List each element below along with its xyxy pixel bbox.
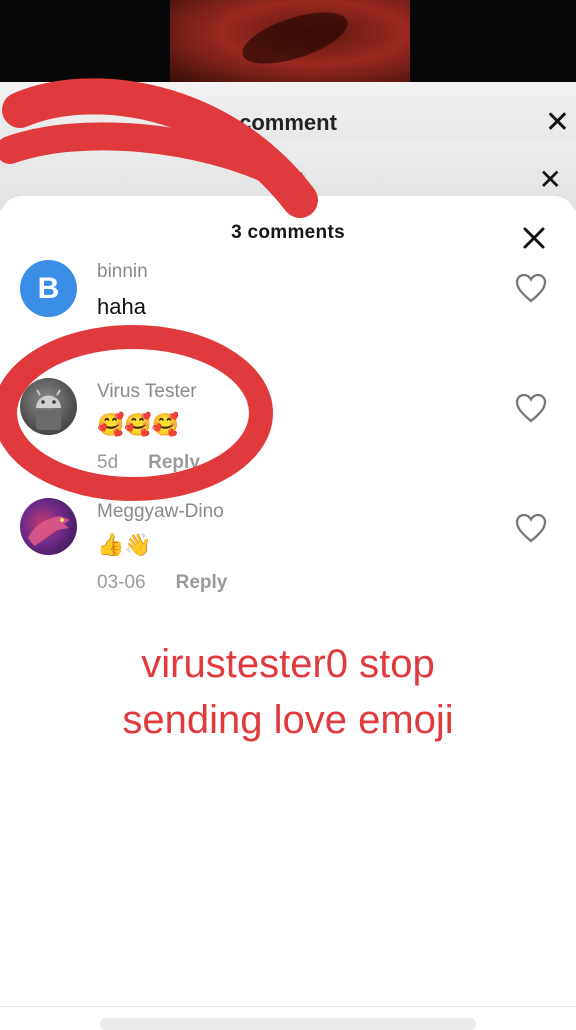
- middle-close-icon[interactable]: ✕: [539, 166, 562, 194]
- background-sheet-title: comment: [239, 110, 337, 135]
- comment-input-bar[interactable]: [100, 1018, 476, 1030]
- comment-date: 03-06: [97, 572, 146, 593]
- middle-sheet-title: Ⅰ nt: [271, 169, 305, 192]
- comment-text: haha: [97, 294, 146, 319]
- comment-username[interactable]: Meggyaw-Dino: [97, 501, 224, 523]
- heart-icon[interactable]: [514, 392, 548, 424]
- comment-item: Meggyaw-Dino 👍👋 03-06 Reply: [0, 498, 576, 608]
- video-preview: [0, 0, 576, 82]
- android-robot-icon: [36, 389, 61, 430]
- comments-count-title: 3 comments: [231, 222, 345, 243]
- close-icon[interactable]: [518, 222, 550, 254]
- comment-text: 🥰🥰🥰: [97, 412, 180, 437]
- reply-button[interactable]: Reply: [148, 452, 200, 473]
- annotation-line-1: virustester0 stop: [141, 642, 435, 686]
- comment-text: 👍👋: [97, 532, 152, 557]
- avatar[interactable]: [20, 498, 77, 555]
- dinosaur-icon: [28, 516, 70, 546]
- heart-icon[interactable]: [514, 512, 548, 544]
- reply-button[interactable]: Reply: [176, 572, 228, 593]
- comment-meta: 03-06 Reply: [97, 572, 227, 594]
- annotation-text: virustester0 stop sending love emoji: [0, 636, 576, 748]
- avatar[interactable]: [20, 378, 77, 435]
- annotation-line-2: sending love emoji: [122, 698, 454, 742]
- avatar[interactable]: B: [20, 260, 77, 317]
- comment-username[interactable]: Virus Tester: [97, 381, 197, 403]
- comment-item: B binnin haha: [0, 258, 576, 368]
- background-close-icon[interactable]: ✕: [545, 108, 570, 138]
- comment-username[interactable]: binnin: [97, 261, 148, 283]
- comment-date: 5d: [97, 452, 119, 473]
- divider: [0, 1006, 576, 1007]
- comment-meta: 5d Reply: [97, 452, 200, 474]
- heart-icon[interactable]: [514, 272, 548, 304]
- video-thumbnail: [170, 0, 410, 82]
- comment-item: Virus Tester 🥰🥰🥰 5d Reply: [0, 378, 576, 488]
